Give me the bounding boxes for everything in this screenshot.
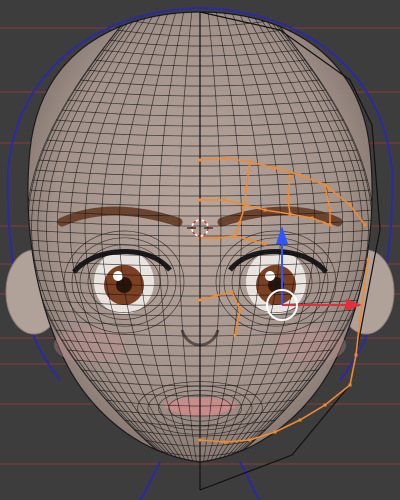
selected-vertex (310, 216, 314, 220)
selected-vertex (358, 318, 362, 322)
right-eye-highlight (265, 271, 275, 281)
selected-vertex (233, 234, 237, 238)
reference-neck (139, 461, 161, 500)
selected-vertex (348, 203, 352, 207)
selected-vertex (288, 212, 292, 216)
selected-vertex (273, 166, 277, 170)
selected-vertex (248, 160, 252, 164)
selected-vertex (238, 220, 242, 224)
selected-vertex (354, 353, 358, 357)
selected-vertex (198, 158, 202, 162)
selected-vertex (328, 223, 332, 227)
selected-vertex (216, 236, 220, 240)
selected-vertex (243, 203, 247, 207)
selected-vertex (223, 156, 227, 160)
selected-vertex (263, 242, 267, 246)
left-eye-highlight (113, 271, 123, 281)
selected-vertex (263, 208, 267, 212)
selected-vertex (223, 440, 227, 444)
selected-vertex (323, 403, 327, 407)
selected-vertex (288, 174, 292, 178)
selected-vertex (286, 198, 290, 202)
selected-vertex (223, 198, 227, 202)
selected-vertex (363, 223, 367, 227)
3d-viewport[interactable] (0, 0, 400, 500)
viewport-canvas[interactable] (0, 0, 400, 500)
selected-vertex (198, 438, 202, 442)
selected-vertex (298, 418, 302, 422)
selected-vertex (244, 188, 248, 192)
selected-vertex (248, 438, 252, 442)
selected-vertex (362, 288, 366, 292)
selected-vertex (328, 208, 332, 212)
selected-vertex (198, 198, 202, 202)
selected-vertex (366, 258, 370, 262)
selected-vertex (248, 238, 252, 242)
selected-vertex (348, 383, 352, 387)
selected-vertex (213, 294, 217, 298)
selected-vertex (273, 430, 277, 434)
selected-vertex (230, 290, 234, 294)
selected-vertex (298, 173, 302, 177)
selected-vertex (198, 298, 202, 302)
selected-vertex (238, 308, 242, 312)
selected-vertex (323, 183, 327, 187)
selected-vertex (233, 333, 237, 337)
